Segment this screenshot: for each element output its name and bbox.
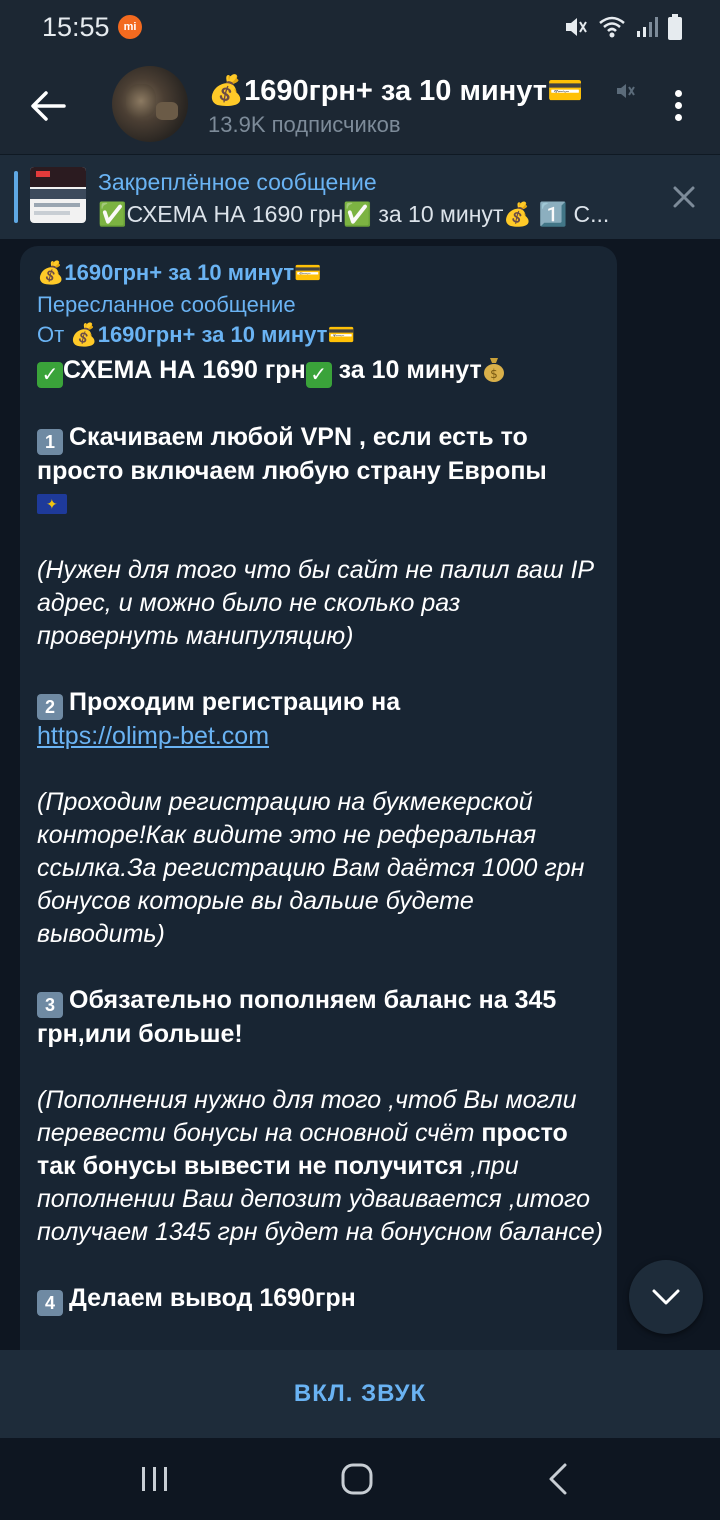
channel-avatar[interactable] (112, 66, 188, 142)
status-bar: 15:55 mi (0, 0, 720, 56)
wifi-icon (599, 16, 625, 38)
signal-icon (637, 17, 658, 37)
forwarded-from[interactable]: От 💰1690грн+ за 10 минут💳 (37, 320, 607, 350)
chat-title[interactable]: 💰1690грн+ за 10 минут💳 (208, 74, 583, 108)
close-icon (673, 186, 695, 208)
scroll-down-button[interactable] (629, 1260, 703, 1334)
step-4: 4 Делаем вывод 1690грн (37, 1282, 607, 1316)
system-nav-bar (0, 1438, 720, 1520)
check-icon: ✓ (305, 362, 332, 388)
check-icon: ✓ (37, 362, 63, 388)
keycap-2-icon: 2 (37, 694, 63, 720)
keycap-4-icon: 4 (37, 1290, 63, 1316)
arrow-left-icon (31, 91, 66, 121)
message-text: ✓ СХЕМА НА 1690 грн ✓ за 10 минут $ 1 Скачив… (37, 354, 607, 1316)
message-author[interactable]: 💰1690грн+ за 10 минут💳 (37, 258, 607, 288)
battery-icon (668, 14, 682, 40)
step-3-text: Обязательно пополняем баланс на 345 грн,… (37, 986, 557, 1048)
forwarded-prefix: От (37, 322, 71, 347)
headline: ✓ СХЕМА НА 1690 грн ✓ за 10 минут $ (37, 354, 607, 388)
svg-text:$: $ (490, 367, 498, 381)
headline-text: СХЕМА НА 1690 грн (63, 356, 306, 384)
more-vertical-icon[interactable] (664, 86, 692, 126)
keycap-3-icon: 3 (37, 992, 63, 1018)
step-2-note: (Проходим регистрацию на букмекерской ко… (37, 788, 585, 948)
pinned-message-bar[interactable]: Закреплённое сообщение ✅СХЕМА НА 1690 гр… (0, 154, 720, 239)
pinned-thumbnail (30, 167, 86, 223)
pinned-title: Закреплённое сообщение (98, 169, 377, 195)
headline-tail: за 10 минут (331, 356, 482, 384)
eu-flag-line (37, 488, 607, 521)
forwarded-label: Пересланное сообщение (37, 292, 296, 317)
pinned-indicator (14, 171, 18, 223)
speaker-muted-icon (614, 80, 636, 107)
back-button[interactable] (28, 86, 68, 126)
unmute-button[interactable]: ВКЛ. ЗВУК (0, 1350, 720, 1438)
step-2: 2 Проходим регистрацию на (37, 686, 607, 720)
keycap-1-icon: 1 (37, 429, 63, 455)
step-1: 1 Скачиваем любой VPN , если есть то прос… (37, 421, 607, 488)
status-icons (562, 14, 682, 40)
step-1-text: Скачиваем любой VPN , если есть то прост… (37, 423, 547, 485)
unmute-bar[interactable]: ВКЛ. ЗВУК (0, 1350, 720, 1438)
step-3-note: (Пополнения нужно для того ,чтоб Вы могл… (37, 1086, 603, 1246)
step-2-text: Проходим регистрацию на (69, 688, 401, 716)
mute-vibrate-icon (566, 18, 587, 36)
eu-flag-icon (37, 494, 67, 514)
step-3: 3 Обязательно пополняем баланс на 345 грн… (37, 984, 607, 1051)
olimp-bet-link[interactable]: https://olimp-bet.com (37, 722, 269, 750)
chevron-down-icon (652, 1289, 680, 1305)
system-back-icon[interactable] (546, 1462, 570, 1496)
step-1-note: (Нужен для того что бы сайт не палил ваш… (37, 556, 594, 650)
pinned-text: ✅СХЕМА НА 1690 грн✅ за 10 минут💰 1️⃣ С..… (98, 201, 610, 227)
status-time: 15:55 (42, 12, 110, 42)
forwarded-source[interactable]: 💰1690грн+ за 10 минут💳 (70, 322, 355, 347)
mi-icon: mi (118, 15, 142, 39)
close-pinned-button[interactable] (670, 183, 698, 211)
recent-apps-icon[interactable] (140, 1464, 170, 1494)
message-bubble: 💰1690грн+ за 10 минут💳 Пересланное сообщ… (20, 246, 617, 1350)
chat-header: 💰1690грн+ за 10 минут💳 13.9K подписчиков (0, 56, 720, 154)
subscriber-count: 13.9K подписчиков (208, 112, 401, 137)
step-4-text: Делаем вывод 1690грн (69, 1284, 356, 1312)
money-bag-icon: $ (483, 358, 504, 382)
home-icon[interactable] (340, 1462, 374, 1496)
